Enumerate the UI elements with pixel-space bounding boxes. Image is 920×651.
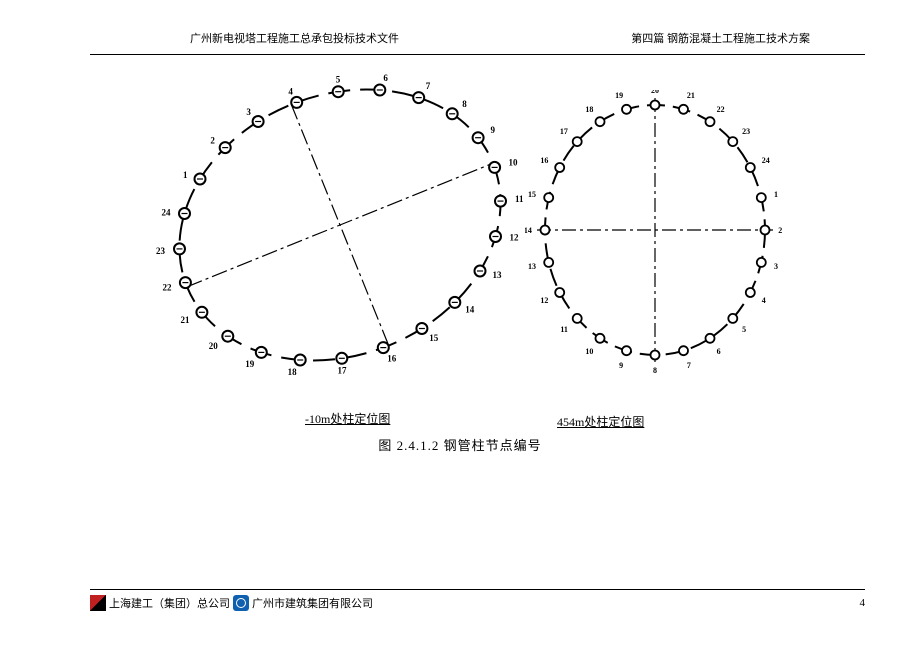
svg-text:17: 17 bbox=[560, 127, 568, 136]
svg-text:15: 15 bbox=[528, 190, 536, 199]
svg-text:20: 20 bbox=[651, 90, 659, 95]
svg-text:18: 18 bbox=[288, 367, 298, 377]
svg-text:13: 13 bbox=[528, 262, 536, 271]
company2-name: 广州市建筑集团有限公司 bbox=[252, 595, 373, 611]
svg-text:15: 15 bbox=[429, 333, 439, 343]
svg-text:8: 8 bbox=[653, 366, 657, 375]
figure-label: 图 2.4.1.2 钢管柱节点编号 bbox=[0, 435, 920, 454]
svg-text:12: 12 bbox=[510, 233, 520, 243]
svg-text:5: 5 bbox=[336, 75, 341, 85]
svg-text:19: 19 bbox=[615, 91, 623, 100]
svg-text:11: 11 bbox=[560, 325, 568, 334]
svg-text:4: 4 bbox=[288, 86, 293, 96]
svg-text:2: 2 bbox=[778, 226, 782, 235]
svg-text:10: 10 bbox=[585, 347, 593, 356]
svg-text:18: 18 bbox=[585, 105, 593, 114]
svg-text:22: 22 bbox=[717, 105, 725, 114]
svg-text:23: 23 bbox=[742, 127, 750, 136]
svg-text:12: 12 bbox=[540, 296, 548, 305]
svg-text:13: 13 bbox=[493, 270, 503, 280]
svg-text:11: 11 bbox=[515, 194, 524, 204]
svg-text:3: 3 bbox=[774, 262, 778, 271]
svg-text:16: 16 bbox=[540, 156, 548, 165]
header-right-text: 第四篇 钢筋混凝土工程施工技术方案 bbox=[631, 30, 810, 46]
logo1-icon bbox=[90, 595, 106, 611]
svg-text:14: 14 bbox=[465, 304, 475, 314]
page-footer: 上海建工（集团）总公司 广州市建筑集团有限公司 4 bbox=[90, 589, 865, 611]
svg-text:21: 21 bbox=[687, 91, 695, 100]
left-ellipse-diagram: 123456789101112131415161718192021222324 bbox=[155, 60, 525, 400]
svg-text:17: 17 bbox=[338, 365, 348, 375]
company1-name: 上海建工（集团）总公司 bbox=[109, 595, 230, 611]
svg-text:24: 24 bbox=[162, 208, 172, 218]
header-left-text: 广州新电视塔工程施工总承包投标技术文件 bbox=[190, 30, 399, 46]
svg-text:24: 24 bbox=[762, 156, 770, 165]
footer-left: 上海建工（集团）总公司 广州市建筑集团有限公司 bbox=[90, 595, 373, 611]
page-header: 广州新电视塔工程施工总承包投标技术文件 第四篇 钢筋混凝土工程施工技术方案 bbox=[90, 0, 865, 55]
svg-text:1: 1 bbox=[183, 170, 188, 180]
svg-text:22: 22 bbox=[163, 283, 173, 293]
right-diagram-caption: 454m处柱定位图 bbox=[557, 413, 644, 430]
svg-text:14: 14 bbox=[525, 226, 532, 235]
svg-text:5: 5 bbox=[742, 325, 746, 334]
svg-text:21: 21 bbox=[181, 315, 191, 325]
svg-text:6: 6 bbox=[383, 73, 388, 83]
svg-text:3: 3 bbox=[246, 107, 251, 117]
svg-text:9: 9 bbox=[491, 125, 496, 135]
svg-text:9: 9 bbox=[619, 361, 623, 370]
svg-text:1: 1 bbox=[774, 190, 778, 199]
svg-text:4: 4 bbox=[762, 296, 766, 305]
svg-text:2: 2 bbox=[210, 136, 215, 146]
logo2-icon bbox=[233, 595, 249, 611]
svg-text:16: 16 bbox=[387, 354, 397, 364]
svg-text:6: 6 bbox=[717, 347, 721, 356]
diagram-container: 123456789101112131415161718192021222324 … bbox=[155, 60, 805, 400]
svg-text:23: 23 bbox=[156, 246, 166, 256]
svg-text:20: 20 bbox=[209, 341, 219, 351]
svg-text:8: 8 bbox=[462, 99, 467, 109]
left-diagram-caption: -10m处柱定位图 bbox=[305, 410, 390, 427]
right-ellipse-diagram: 202122232412345678910111213141516171819 bbox=[525, 90, 785, 380]
svg-text:7: 7 bbox=[687, 361, 691, 370]
content-area: 123456789101112131415161718192021222324 … bbox=[0, 55, 920, 485]
svg-text:19: 19 bbox=[245, 359, 255, 369]
svg-text:10: 10 bbox=[509, 157, 519, 167]
page-number: 4 bbox=[860, 597, 866, 609]
svg-text:7: 7 bbox=[426, 81, 431, 91]
